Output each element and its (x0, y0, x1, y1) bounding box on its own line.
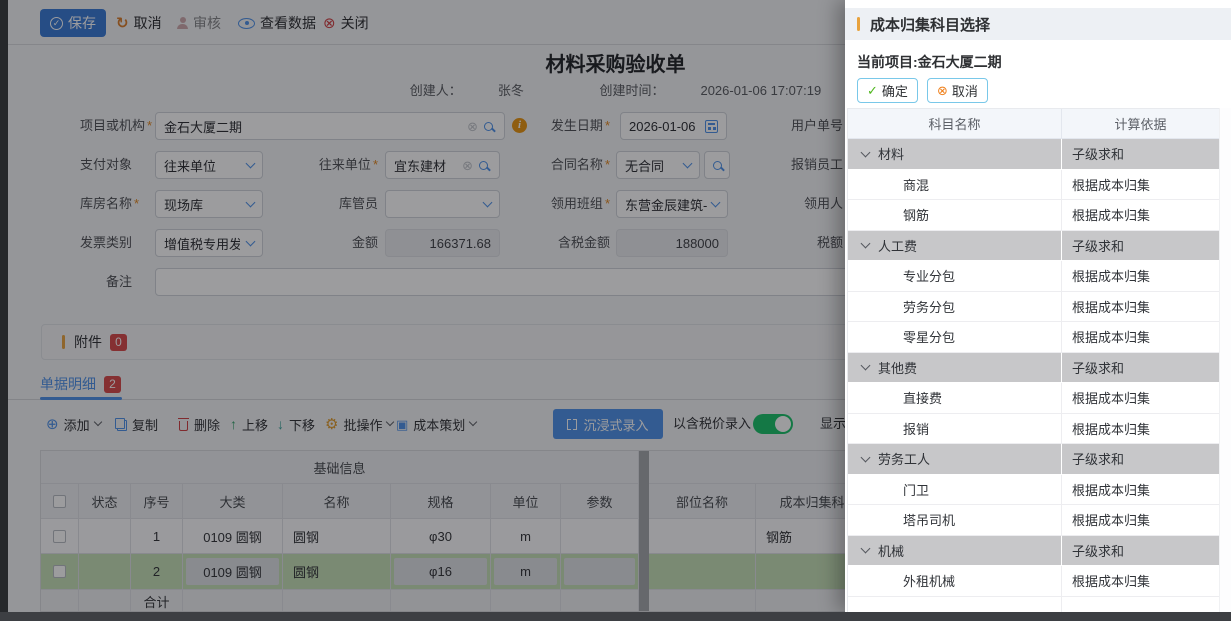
subject-name: 塔吊司机 (903, 510, 955, 529)
subject-name: 劳务分包 (903, 297, 955, 316)
subject-table: 科目名称 计算依据 材料子级求和商混根据成本归集钢筋根据成本归集人工费子级求和专… (847, 108, 1219, 612)
subject-name: 外租机械 (903, 571, 955, 590)
subject-basis-cell: 根据成本归集 (1062, 383, 1219, 414)
section-accent-bar (857, 17, 860, 31)
subject-name: 其他费 (878, 358, 917, 377)
subject-name: 钢筋 (903, 205, 929, 224)
collapse-icon[interactable] (861, 239, 871, 249)
current-project: 当前项目:金石大厦二期 (857, 52, 1002, 72)
subject-basis-cell: 根据成本归集 (1062, 475, 1219, 506)
collapse-icon[interactable] (861, 361, 871, 371)
subject-name-cell: 机械 (848, 536, 1062, 567)
subject-basis-cell: 根据成本归集 (1062, 414, 1219, 445)
dialog-cancel-button[interactable]: ⊗ 取消 (927, 78, 988, 103)
subject-name: 机械 (878, 541, 904, 560)
subject-basis-cell: 根据成本归集 (1062, 292, 1219, 323)
subject-row[interactable]: 商混 根据成本归集 (848, 170, 1219, 201)
subject-basis-cell: 子级求和 (1062, 444, 1219, 475)
subject-row[interactable]: 钢筋 根据成本归集 (848, 200, 1219, 231)
subject-name: 劳务工人 (878, 449, 930, 468)
dialog-title: 成本归集科目选择 (870, 14, 990, 35)
subject-name: 材料 (878, 144, 904, 163)
panel-scrollbar[interactable] (1219, 108, 1231, 612)
subject-basis-cell: 根据成本归集 (1062, 261, 1219, 292)
collapse-icon[interactable] (861, 452, 871, 462)
check-icon: ✓ (867, 84, 878, 97)
subject-name-cell: 门卫 (848, 475, 1062, 506)
collapse-icon[interactable] (861, 544, 871, 554)
subject-basis-cell: 根据成本归集 (1062, 505, 1219, 536)
subject-row[interactable]: 门卫 根据成本归集 (848, 475, 1219, 506)
subject-row[interactable]: 劳务工人 子级求和 (848, 444, 1219, 475)
subject-basis-cell: 子级求和 (1062, 536, 1219, 567)
subject-name-cell: 商混 (848, 170, 1062, 201)
bottom-edge-bar (0, 612, 1231, 621)
subject-row[interactable]: 劳务分包 根据成本归集 (848, 292, 1219, 323)
subject-name-cell (848, 597, 1062, 613)
subject-row-partial (848, 597, 1219, 613)
subject-name-cell: 报销 (848, 414, 1062, 445)
subject-name-cell: 钢筋 (848, 200, 1062, 231)
subject-basis-cell: 根据成本归集 (1062, 170, 1219, 201)
subject-name-cell: 人工费 (848, 231, 1062, 262)
dialog-header: 成本归集科目选择 (845, 8, 1231, 40)
subject-row[interactable]: 人工费 子级求和 (848, 231, 1219, 262)
confirm-label: 确定 (882, 81, 908, 100)
subject-basis-cell: 根据成本归集 (1062, 322, 1219, 353)
subject-basis-cell: 子级求和 (1062, 231, 1219, 262)
subject-name-cell: 专业分包 (848, 261, 1062, 292)
subject-basis-cell: 子级求和 (1062, 353, 1219, 384)
subject-name: 人工费 (878, 236, 917, 255)
subject-basis-cell: 根据成本归集 (1062, 200, 1219, 231)
confirm-button[interactable]: ✓ 确定 (857, 78, 918, 103)
cost-subject-dialog: 成本归集科目选择 当前项目:金石大厦二期 ✓ 确定 ⊗ 取消 科目名称 计算依据… (845, 0, 1231, 612)
subject-name: 商混 (903, 175, 929, 194)
subject-name: 零星分包 (903, 327, 955, 346)
subject-row[interactable]: 塔吊司机 根据成本归集 (848, 505, 1219, 536)
subject-name-cell: 其他费 (848, 353, 1062, 384)
subject-row[interactable]: 报销 根据成本归集 (848, 414, 1219, 445)
dialog-cancel-label: 取消 (952, 81, 978, 100)
subject-name-cell: 零星分包 (848, 322, 1062, 353)
col-subject-name: 科目名称 (848, 109, 1062, 138)
subject-row[interactable]: 直接费 根据成本归集 (848, 383, 1219, 414)
modal-mask[interactable] (0, 0, 845, 612)
subject-name: 门卫 (903, 480, 929, 499)
subject-name-cell: 直接费 (848, 383, 1062, 414)
subject-table-body: 材料子级求和商混根据成本归集钢筋根据成本归集人工费子级求和专业分包根据成本归集劳… (848, 139, 1219, 612)
subject-name-cell: 材料 (848, 139, 1062, 170)
subject-row[interactable]: 零星分包 根据成本归集 (848, 322, 1219, 353)
subject-name-cell: 塔吊司机 (848, 505, 1062, 536)
collapse-icon[interactable] (861, 147, 871, 157)
subject-row[interactable]: 其他费 子级求和 (848, 353, 1219, 384)
subject-row[interactable]: 材料 子级求和 (848, 139, 1219, 170)
subject-name-cell: 劳务分包 (848, 292, 1062, 323)
subject-name: 报销 (903, 419, 929, 438)
app-screen: ✓ 保存 ↻ 取消 审核 查看数据 ⊗ 关闭 材料采购验收单 创建人：张冬 创建… (0, 0, 1231, 621)
subject-name: 专业分包 (903, 266, 955, 285)
subject-name-cell: 外租机械 (848, 566, 1062, 597)
subject-row[interactable]: 专业分包 根据成本归集 (848, 261, 1219, 292)
col-calc-basis: 计算依据 (1062, 109, 1219, 138)
subject-name-cell: 劳务工人 (848, 444, 1062, 475)
subject-basis-cell: 根据成本归集 (1062, 566, 1219, 597)
subject-basis-cell (1062, 597, 1219, 613)
subject-basis-cell: 子级求和 (1062, 139, 1219, 170)
subject-row[interactable]: 外租机械 根据成本归集 (848, 566, 1219, 597)
subject-table-header: 科目名称 计算依据 (848, 109, 1219, 139)
subject-row[interactable]: 机械 子级求和 (848, 536, 1219, 567)
cancel-circle-icon: ⊗ (937, 84, 948, 97)
subject-name: 直接费 (903, 388, 942, 407)
